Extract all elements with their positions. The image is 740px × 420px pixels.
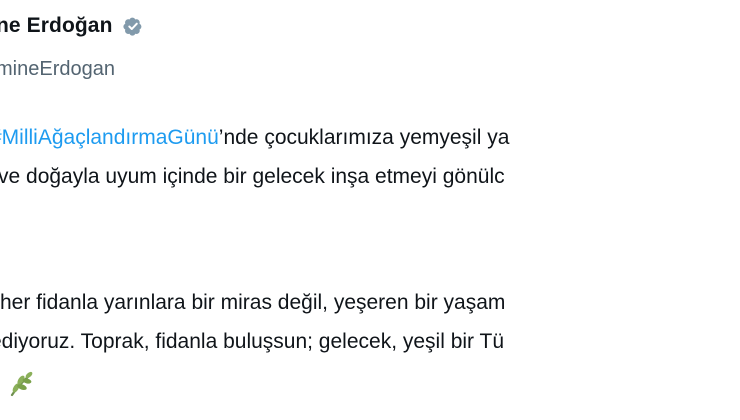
author-display-name[interactable]: ne Erdoğan <box>0 14 113 38</box>
hashtag-link[interactable]: #MilliAğaçlandırmaGünü <box>0 126 219 149</box>
tweet-line-1-text: ’nde çocuklarımıza yemyeşil ya <box>218 126 510 149</box>
tweet-line-2: ve doğayla uyum içinde bir gelecek inşa … <box>0 165 505 188</box>
tweet-line-3: her fidanla yarınlara bir miras değil, y… <box>0 291 506 314</box>
tweet-line-4: ediyoruz. Toprak, fidanla buluşsun; gele… <box>0 330 505 353</box>
seedling-emoji-icon <box>6 369 36 399</box>
author-name-row[interactable]: ne Erdoğan <box>0 14 145 38</box>
author-handle[interactable]: mineErdogan <box>0 58 115 81</box>
tweet-line-1: #MilliAğaçlandırmaGünü’nde çocuklarımıza… <box>0 127 509 148</box>
verified-badge-icon[interactable] <box>121 14 145 38</box>
